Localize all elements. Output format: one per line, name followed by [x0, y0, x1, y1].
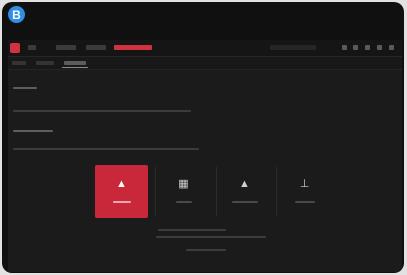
- tile-caption: [112, 201, 131, 203]
- footer-text-line-2: [156, 236, 266, 238]
- sub-tab-1[interactable]: [12, 61, 26, 65]
- description-line: [13, 148, 199, 150]
- upload-icon: ⊥: [299, 178, 310, 190]
- app-logo-icon[interactable]: [10, 43, 20, 53]
- menu-item-3[interactable]: [86, 45, 106, 50]
- search-field[interactable]: [270, 45, 316, 50]
- tile-caption: [231, 201, 258, 203]
- option-tile-columns[interactable]: ▦: [157, 165, 210, 218]
- footer-text-line-1: [158, 229, 226, 231]
- columns-icon: ▦: [178, 178, 189, 190]
- info-text-line: [13, 110, 191, 112]
- sub-heading: [13, 130, 53, 132]
- tile-divider: [276, 167, 277, 216]
- menu-item-1[interactable]: [28, 45, 36, 50]
- tile-caption: [175, 201, 192, 203]
- step-badge: B: [8, 6, 25, 23]
- option-tile-device[interactable]: ▲: [218, 165, 271, 218]
- section-heading: [13, 87, 37, 89]
- toolbar-icon-1[interactable]: [342, 45, 347, 50]
- sub-tab-active[interactable]: [64, 61, 86, 65]
- menu-item-2[interactable]: [56, 45, 76, 50]
- tile-divider: [155, 167, 156, 216]
- toolbar-icon-4[interactable]: [377, 45, 382, 50]
- option-tile-upload[interactable]: ⊥: [278, 165, 331, 218]
- screenshot-frame: B ▲ ▦ ▲ ⊥: [2, 2, 404, 273]
- footer-text-line-3: [186, 249, 226, 251]
- device-icon: ▲: [239, 178, 250, 190]
- option-tiles: ▲ ▦ ▲ ⊥: [95, 165, 317, 218]
- toolbar-icon-2[interactable]: [353, 45, 358, 50]
- tile-divider: [216, 167, 217, 216]
- sub-tab-bar: [8, 57, 402, 70]
- toolbar-icon-5[interactable]: [389, 45, 394, 50]
- top-menu-bar: [8, 40, 402, 57]
- person-icon: ▲: [116, 178, 127, 190]
- option-tile-profile[interactable]: ▲: [95, 165, 148, 218]
- app-window: ▲ ▦ ▲ ⊥: [8, 40, 402, 272]
- menu-item-active[interactable]: [114, 45, 152, 50]
- toolbar-icon-3[interactable]: [365, 45, 370, 50]
- sub-tab-2[interactable]: [36, 61, 54, 65]
- tile-caption: [294, 201, 315, 203]
- sub-tab-underline: [62, 67, 88, 68]
